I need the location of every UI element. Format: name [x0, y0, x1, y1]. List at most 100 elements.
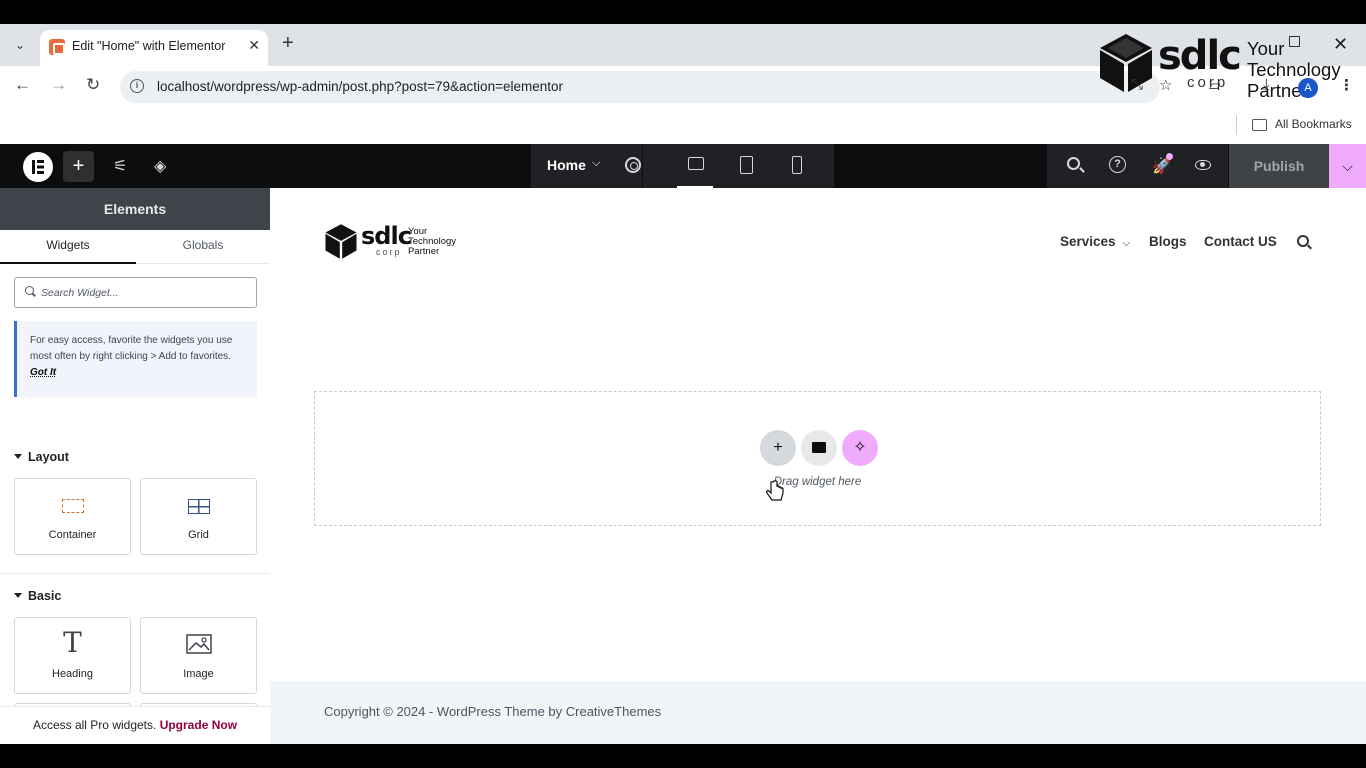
zoom-icon[interactable]: ⤡	[1131, 76, 1143, 93]
hand-pointer-cursor-icon	[766, 480, 784, 501]
widget-search-input[interactable]	[41, 284, 251, 302]
nav-services[interactable]: Services ⌵	[1060, 234, 1130, 249]
widget-search-box[interactable]	[14, 277, 257, 308]
preview-canvas: sdlc corp Your Technology Partner Servic…	[270, 188, 1366, 744]
widget-label: Grid	[188, 529, 209, 541]
desktop-device-icon[interactable]	[688, 157, 704, 170]
structure-layers-icon[interactable]: ◈	[154, 156, 166, 176]
downloads-icon[interactable]: ⤓	[1263, 76, 1270, 93]
nav-services-label: Services	[1060, 234, 1116, 249]
elements-panel: Elements Widgets Globals For easy access…	[0, 188, 270, 744]
got-it-link[interactable]: Got It	[30, 367, 56, 378]
add-template-folder-icon[interactable]	[801, 430, 837, 466]
widget-label: Heading	[52, 668, 93, 680]
divider	[642, 144, 643, 188]
screen: ⌄ Edit "Home" with Elementor ✕ + ← → ↻ i…	[0, 24, 1366, 744]
caret-down-icon	[14, 593, 22, 598]
profile-avatar[interactable]: A	[1298, 78, 1318, 98]
site-logo-tagline: Your Technology Partner	[408, 227, 456, 257]
page-name[interactable]: Home	[547, 157, 586, 173]
category-basic-label: Basic	[28, 589, 62, 603]
tab-close-icon[interactable]: ✕	[248, 37, 260, 54]
browser-menu-icon[interactable]: ⋮	[1339, 76, 1354, 94]
reload-icon[interactable]: ↻	[86, 75, 100, 95]
new-tab-button[interactable]: +	[282, 33, 294, 53]
bookmark-star-icon[interactable]: ☆	[1159, 76, 1172, 94]
bookmarks-separator	[1236, 115, 1237, 135]
ai-sparkle-icon[interactable]: ✧	[842, 430, 878, 466]
site-logo-brand: sdlc	[361, 222, 412, 250]
panel-tabs: Widgets Globals	[0, 230, 270, 264]
notification-dot	[1166, 153, 1173, 160]
chevron-down-icon[interactable]: ⌵	[592, 157, 600, 170]
image-icon	[186, 634, 212, 654]
upgrade-bar: Access all Pro widgets. Upgrade Now	[0, 706, 270, 744]
site-search-icon[interactable]	[1297, 235, 1312, 250]
add-element-button[interactable]: +	[63, 151, 94, 182]
preview-eye-icon[interactable]	[1195, 160, 1211, 170]
site-footer: Copyright © 2024 - WordPress Theme by Cr…	[270, 681, 1366, 744]
grid-icon	[188, 499, 210, 514]
upgrade-text: Access all Pro widgets.	[32, 718, 157, 732]
folder-shape	[812, 442, 826, 453]
elementor-favicon-icon	[49, 39, 65, 55]
help-icon[interactable]: ?	[1109, 156, 1126, 173]
page-controls: Home ⌵	[531, 144, 834, 188]
footer-copyright: Copyright © 2024 - WordPress Theme by Cr…	[324, 704, 662, 719]
widget-grid[interactable]: Grid	[140, 478, 257, 555]
bookmarks-bar: All Bookmarks	[0, 108, 1366, 144]
sdlc-cube-logo-icon	[1100, 34, 1152, 92]
elementor-top-bar: + ⚟ ◈ Home ⌵ ? 🚀 Publish ⌵	[0, 144, 1366, 188]
browser-tab[interactable]: Edit "Home" with Elementor ✕	[40, 30, 268, 66]
drag-widget-hint: Drag widget here	[773, 476, 862, 488]
caret-down-icon	[14, 454, 22, 459]
panel-header: Elements	[0, 188, 270, 230]
upgrade-now-link[interactable]: Upgrade Now	[160, 718, 237, 732]
widget-heading[interactable]: T Heading	[14, 617, 131, 694]
widget-image[interactable]: Image	[140, 617, 257, 694]
window-close-icon[interactable]: ✕	[1333, 34, 1348, 55]
site-logo-cube-icon[interactable]	[324, 223, 358, 260]
site-settings-icon[interactable]: ⚟	[113, 156, 127, 176]
nav-contact-us[interactable]: Contact US	[1204, 234, 1277, 249]
finder-search-icon[interactable]	[1067, 157, 1080, 170]
add-section-button[interactable]: +	[760, 430, 796, 466]
folder-icon[interactable]	[1252, 119, 1267, 131]
publish-options-chevron-icon[interactable]: ⌵	[1329, 144, 1366, 188]
all-bookmarks-link[interactable]: All Bookmarks	[1275, 117, 1352, 131]
favorites-tip: For easy access, favorite the widgets yo…	[14, 321, 257, 397]
url-text: localhost/wordpress/wp-admin/post.php?po…	[157, 79, 563, 94]
mobile-device-icon[interactable]	[792, 156, 802, 174]
tab-globals[interactable]: Globals	[136, 230, 270, 264]
watermark-brand: sdlc	[1158, 33, 1242, 79]
forward-icon[interactable]: →	[50, 75, 67, 95]
tab-title: Edit "Home" with Elementor	[72, 39, 226, 53]
tab-widgets[interactable]: Widgets	[0, 230, 136, 264]
empty-section-drop-zone[interactable]: + ✧ Drag widget here	[314, 391, 1321, 526]
widget-container[interactable]: Container	[14, 478, 131, 555]
tip-text: For easy access, favorite the widgets yo…	[30, 335, 233, 362]
publish-button[interactable]: Publish	[1229, 144, 1329, 188]
category-divider	[0, 573, 270, 574]
widget-label: Image	[183, 668, 214, 680]
tab-search-button[interactable]: ⌄	[8, 33, 32, 57]
elementor-logo-icon[interactable]	[23, 152, 53, 182]
page-settings-icon[interactable]	[625, 157, 641, 173]
chevron-down-icon: ⌵	[1122, 238, 1131, 249]
extensions-icon[interactable]: ▱	[1209, 76, 1221, 94]
widget-label: Container	[48, 529, 97, 541]
nav-blogs[interactable]: Blogs	[1149, 234, 1187, 249]
window-restore-icon[interactable]	[1289, 36, 1300, 47]
category-layout-label: Layout	[28, 450, 69, 464]
category-basic[interactable]: Basic	[14, 589, 61, 603]
site-info-icon[interactable]: i	[130, 79, 144, 93]
address-bar[interactable]: i localhost/wordpress/wp-admin/post.php?…	[120, 71, 1160, 103]
tablet-device-icon[interactable]	[740, 156, 753, 174]
container-icon	[62, 499, 84, 513]
category-layout[interactable]: Layout	[14, 450, 69, 464]
back-icon[interactable]: ←	[14, 75, 31, 95]
search-handle	[1307, 244, 1312, 250]
watermark-corp: corp	[1187, 74, 1229, 91]
panel-title: Elements	[103, 201, 167, 217]
search-icon	[25, 286, 34, 295]
